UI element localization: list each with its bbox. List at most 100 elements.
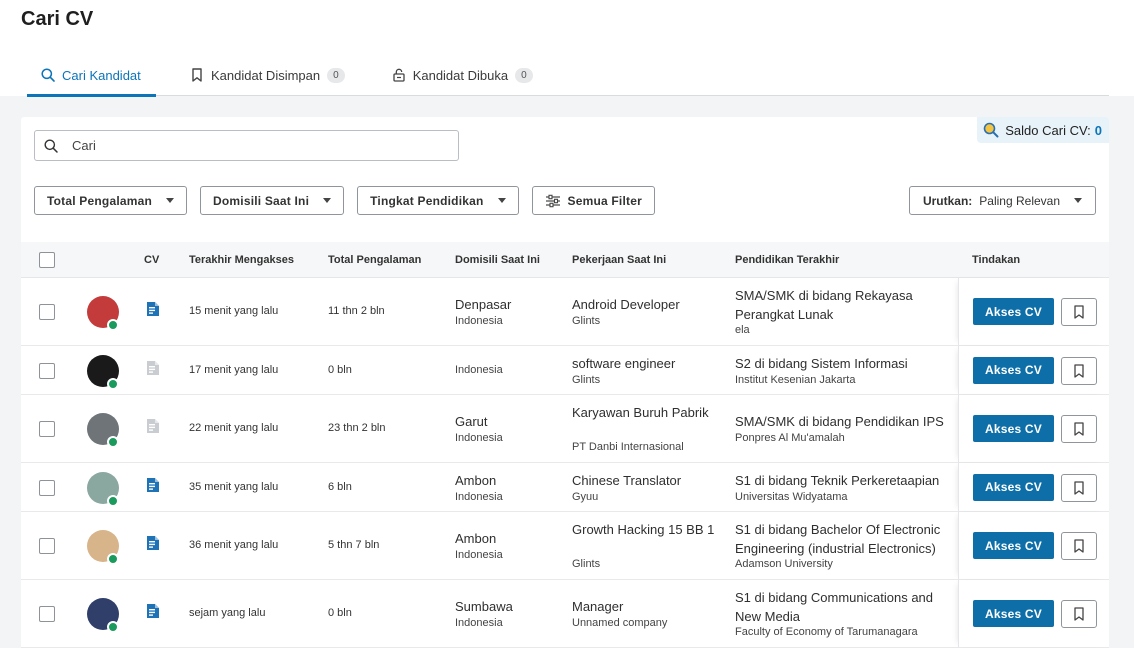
bookmark-icon (1073, 422, 1085, 436)
tab-label: Kandidat Dibuka (412, 67, 509, 83)
akses-cv-button[interactable]: Akses CV (973, 356, 1054, 384)
education-text: SMA/SMK di bidang Rekayasa Perangkat Lun… (735, 288, 913, 322)
save-candidate-button[interactable] (1061, 356, 1097, 385)
akses-cv-button[interactable]: Akses CV (973, 532, 1054, 559)
column-header-experience: Total Pengalaman (328, 254, 422, 266)
tab-kandidat-dibuka[interactable]: Kandidat Dibuka 0 (378, 54, 546, 96)
table-row[interactable]: 36 menit yang lalu 5 thn 7 bln Ambon Ind… (21, 512, 1109, 580)
city-text: Ambon (455, 472, 497, 488)
saldo-value: 0 (1094, 122, 1102, 138)
company-text: Glints (572, 373, 601, 386)
save-candidate-button[interactable] (1061, 298, 1097, 326)
last-access-text: 15 menit yang lalu (189, 305, 279, 317)
city-text: Sumbawa (455, 599, 513, 614)
sliders-icon (545, 194, 561, 208)
bookmark-icon (1073, 363, 1085, 378)
filter-bar: Total Pengalaman Domisili Saat Ini Tingk… (34, 186, 668, 215)
company-text: Gyuu (572, 490, 599, 503)
filter-label: Tingkat Pendidikan (370, 193, 484, 208)
cv-document-icon[interactable] (146, 535, 160, 551)
online-status-icon (107, 494, 119, 507)
search-input[interactable] (72, 138, 432, 153)
country-text: Indonesia (455, 617, 503, 629)
bookmark-icon (1073, 480, 1085, 495)
job-title-text: Karyawan Buruh Pabrik (572, 405, 709, 420)
table-row[interactable]: sejam yang lalu 0 bln Sumbawa Indonesia … (21, 580, 1109, 648)
bookmark-icon (189, 67, 205, 83)
caret-down-icon (1074, 198, 1082, 203)
save-candidate-button[interactable] (1061, 532, 1097, 560)
experience-text: 5 thn 7 bln (328, 539, 380, 551)
page-title: Cari CV (21, 8, 94, 30)
online-status-icon (107, 553, 119, 565)
row-checkbox[interactable] (39, 421, 55, 437)
row-checkbox[interactable] (39, 362, 55, 379)
row-checkbox[interactable] (39, 538, 55, 554)
job-title-text: Manager (572, 599, 624, 614)
table-row[interactable]: 35 menit yang lalu 6 bln Ambon Indonesia… (21, 463, 1109, 512)
last-access-text: sejam yang lalu (189, 607, 266, 619)
cv-document-icon[interactable] (146, 301, 160, 317)
education-text: SMA/SMK di bidang Pendidikan IPS (735, 414, 944, 429)
last-access-text: 17 menit yang lalu (189, 363, 279, 376)
caret-down-icon (323, 198, 332, 203)
filter-education-dropdown[interactable]: Tingkat Pendidikan (357, 186, 519, 215)
experience-text: 6 bln (328, 480, 352, 493)
tab-bar: Cari Kandidat Kandidat Disimpan 0 Kandid… (27, 54, 1109, 97)
all-filters-button[interactable]: Semua Filter (531, 186, 655, 215)
country-text: Indonesia (455, 490, 503, 503)
last-access-text: 36 menit yang lalu (189, 539, 279, 551)
save-candidate-button[interactable] (1061, 600, 1097, 628)
akses-cv-button[interactable]: Akses CV (973, 600, 1054, 627)
table-row[interactable]: 15 menit yang lalu 11 thn 2 bln Denpasar… (21, 278, 1109, 346)
bookmark-icon (1073, 539, 1085, 553)
bookmark-icon (1073, 305, 1085, 319)
last-access-text: 22 menit yang lalu (189, 422, 279, 434)
row-checkbox[interactable] (39, 304, 55, 320)
online-status-icon (107, 377, 119, 390)
cv-document-icon[interactable] (146, 603, 160, 619)
company-text: PT Danbi Internasional (572, 441, 684, 453)
search-box[interactable] (34, 130, 459, 161)
sort-dropdown[interactable]: Urutkan: Paling Relevan (908, 186, 1096, 215)
akses-cv-button[interactable]: Akses CV (973, 473, 1054, 501)
tab-kandidat-disimpan[interactable]: Kandidat Disimpan 0 (176, 54, 358, 96)
row-checkbox[interactable] (39, 479, 55, 496)
sort-label: Urutkan: (922, 193, 973, 208)
table-row[interactable]: 17 menit yang lalu 0 bln Indonesia softw… (21, 346, 1109, 395)
tab-label: Kandidat Disimpan (211, 67, 321, 83)
search-icon (40, 67, 56, 83)
filter-domicile-dropdown[interactable]: Domisili Saat Ini (200, 186, 345, 215)
cv-document-icon[interactable] (146, 477, 160, 493)
tab-cari-kandidat[interactable]: Cari Kandidat (27, 54, 156, 97)
filter-label: Domisili Saat Ini (213, 193, 310, 208)
save-candidate-button[interactable] (1061, 415, 1097, 443)
row-checkbox[interactable] (39, 606, 55, 622)
sort-value: Paling Relevan (979, 193, 1060, 208)
select-all-checkbox[interactable] (39, 252, 55, 268)
action-cell: Akses CV (958, 463, 1109, 511)
saldo-label: Saldo Cari CV: (1005, 122, 1091, 138)
filter-label: Semua Filter (567, 193, 642, 208)
candidate-table: CV Terakhir Mengakses Total Pengalaman D… (21, 242, 1109, 648)
education-text: S1 di bidang Teknik Perkeretaapian (735, 472, 940, 488)
search-coin-icon (983, 122, 999, 138)
cv-document-icon (146, 418, 160, 434)
school-text: Faculty of Economy of Tarumanagara (735, 626, 918, 638)
education-text: S1 di bidang Communications and New Medi… (735, 590, 934, 624)
job-title-text: Growth Hacking 15 BB 1 (572, 522, 715, 537)
filter-experience-dropdown[interactable]: Total Pengalaman (34, 186, 188, 215)
school-text: Adamson University (735, 558, 833, 570)
count-badge: 0 (327, 67, 345, 83)
action-cell: Akses CV (958, 346, 1109, 394)
job-title-text: software engineer (572, 355, 676, 371)
job-title-text: Android Developer (572, 297, 680, 312)
table-row[interactable]: 22 menit yang lalu 23 thn 2 bln Garut In… (21, 395, 1109, 463)
cv-document-icon (146, 360, 160, 376)
akses-cv-button[interactable]: Akses CV (973, 298, 1054, 325)
last-access-text: 35 menit yang lalu (189, 480, 279, 493)
unlock-icon (391, 67, 407, 83)
save-candidate-button[interactable] (1061, 473, 1097, 502)
akses-cv-button[interactable]: Akses CV (973, 415, 1054, 442)
saldo-badge: Saldo Cari CV: 0 (977, 117, 1109, 143)
